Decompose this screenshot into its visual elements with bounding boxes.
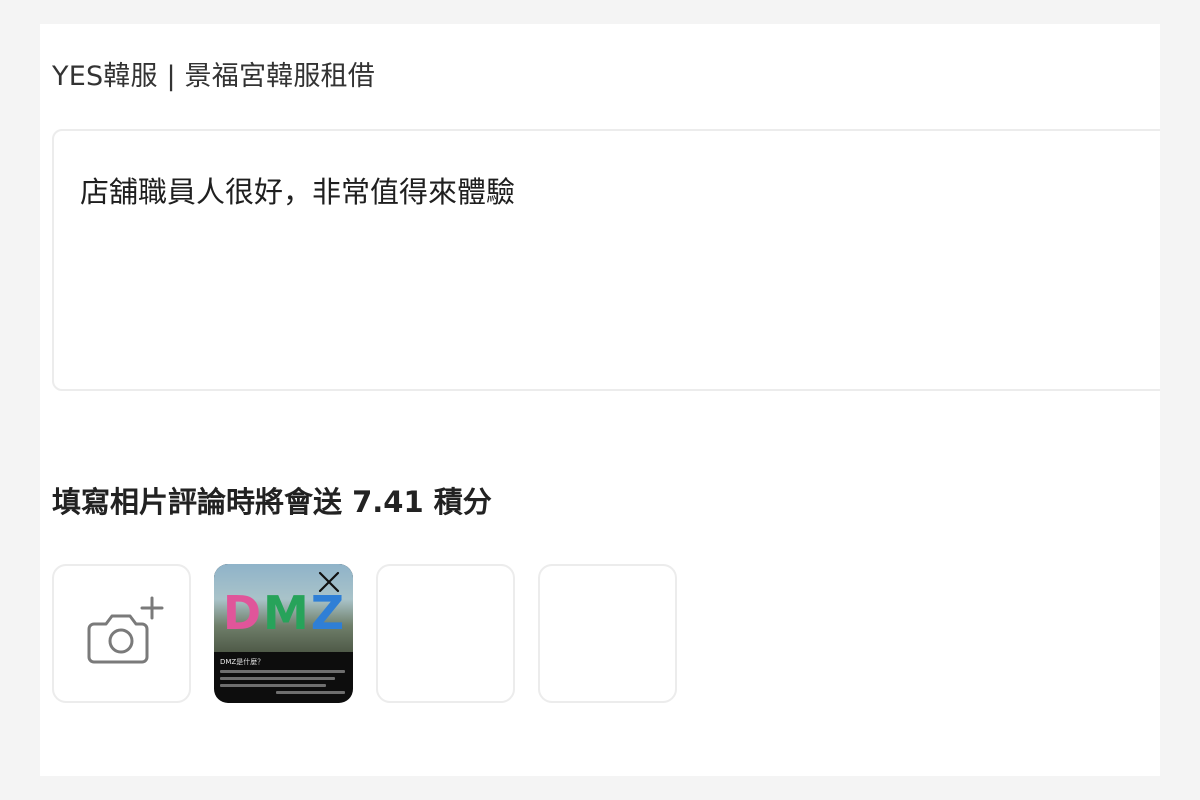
photo-letter: M bbox=[263, 586, 309, 640]
photo-letter: D bbox=[222, 586, 262, 640]
close-icon[interactable] bbox=[315, 568, 343, 596]
uploaded-photo-thumbnail[interactable]: D M Z DMZ是什麼？ bbox=[214, 564, 353, 703]
photo-reward-title: 填寫相片評論時將會送 7.41 積分 bbox=[52, 485, 492, 519]
photo-text-lines bbox=[220, 670, 345, 698]
photo-caption: DMZ是什麼？ bbox=[220, 658, 265, 666]
empty-photo-slot[interactable] bbox=[538, 564, 677, 703]
shop-name: YES韓服 | 景福宮韓服租借 bbox=[52, 61, 375, 92]
review-text: 店舖職員人很好，非常值得來體驗 bbox=[80, 175, 516, 209]
review-textarea[interactable]: 店舖職員人很好，非常值得來體驗 bbox=[52, 129, 1160, 391]
photo-upload-row: D M Z DMZ是什麼？ bbox=[52, 564, 677, 703]
camera-plus-icon bbox=[87, 596, 164, 664]
empty-photo-slot[interactable] bbox=[376, 564, 515, 703]
review-card: YES韓服 | 景福宮韓服租借 店舖職員人很好，非常值得來體驗 填寫相片評論時將… bbox=[40, 24, 1160, 776]
add-photo-button[interactable] bbox=[52, 564, 191, 703]
